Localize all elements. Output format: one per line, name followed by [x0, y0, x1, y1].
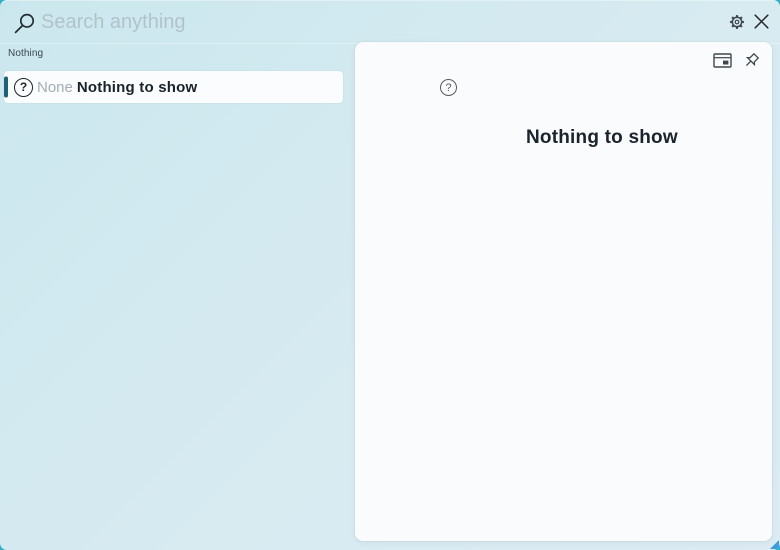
pin-icon	[741, 51, 761, 74]
gear-icon	[728, 13, 746, 34]
search-window: Nothing ? None Nothing to show	[0, 0, 780, 550]
result-group-label: Nothing	[8, 48, 43, 59]
resize-grip[interactable]	[770, 540, 779, 549]
search-icon	[13, 12, 36, 35]
result-title: Nothing to show	[77, 79, 197, 96]
settings-button[interactable]	[725, 11, 749, 35]
preview-panel: ? Nothing to show	[355, 42, 772, 541]
close-button[interactable]	[749, 11, 773, 35]
search-input[interactable]	[41, 6, 661, 39]
help-circle-icon: ?	[14, 78, 33, 97]
preview-layout-icon	[713, 53, 732, 71]
help-circle-icon: ?	[440, 79, 457, 96]
preview-empty-title: Nothing to show	[526, 127, 678, 149]
preview-toolbar	[711, 51, 762, 73]
close-icon	[753, 13, 770, 33]
preview-layout-button[interactable]	[711, 51, 733, 73]
result-badge: None	[37, 79, 73, 96]
pin-button[interactable]	[740, 51, 762, 73]
result-item-nothing-to-show[interactable]: ? None Nothing to show	[4, 71, 343, 103]
titlebar	[0, 0, 780, 44]
selection-accent-bar	[4, 77, 8, 98]
